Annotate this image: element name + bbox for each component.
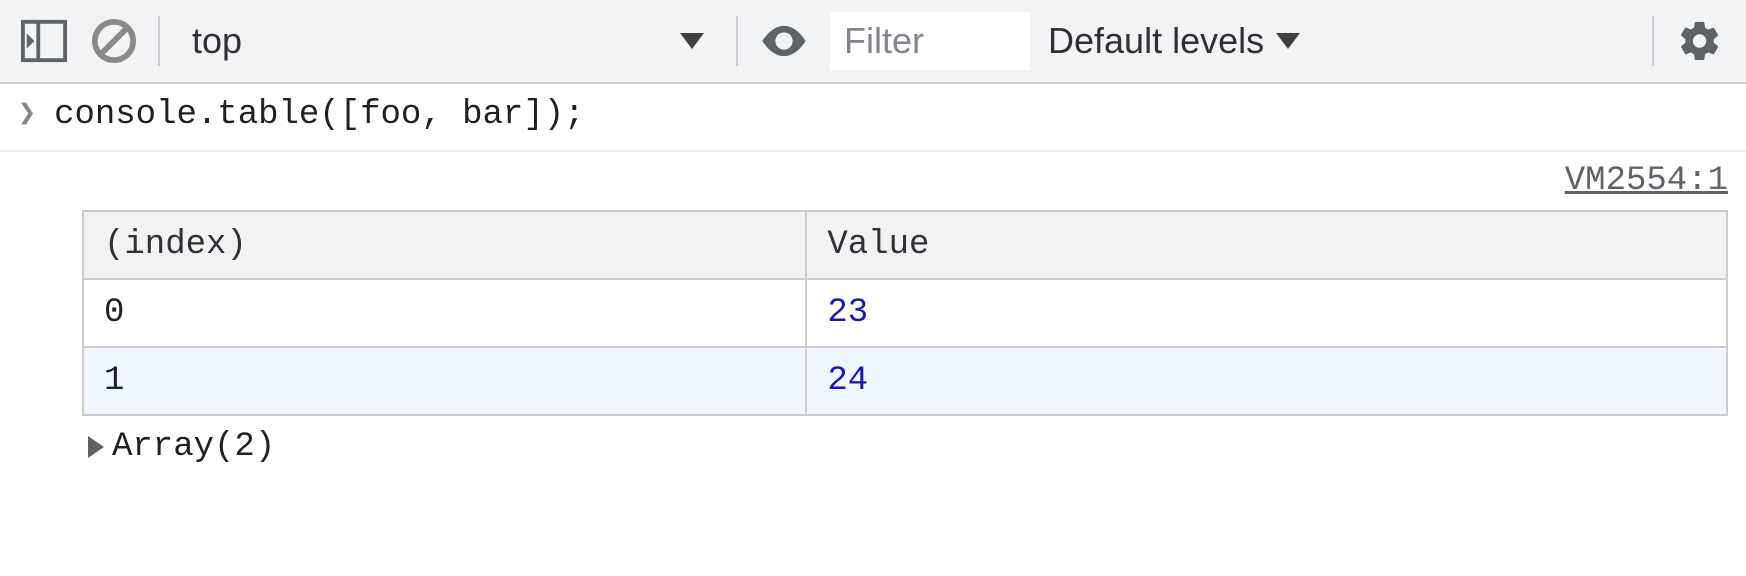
- console-output: ❯ console.table([foo, bar]); VM2554:1 (i…: [0, 84, 1746, 480]
- log-levels-selector[interactable]: Default levels: [1048, 20, 1300, 62]
- prompt-icon: ❯: [18, 100, 36, 130]
- console-toolbar: top Default levels: [0, 0, 1746, 84]
- cell-index: 1: [83, 347, 806, 415]
- table-row[interactable]: 0 23: [83, 279, 1727, 347]
- chevron-down-icon: [680, 33, 704, 49]
- console-table: (index) Value 0 23 1 24: [82, 210, 1728, 416]
- context-label: top: [192, 20, 242, 62]
- clear-console-icon[interactable]: [88, 15, 140, 67]
- divider: [158, 16, 160, 66]
- cell-value: 24: [806, 347, 1727, 415]
- table-header-index[interactable]: (index): [83, 211, 806, 279]
- source-link[interactable]: VM2554:1: [1565, 162, 1728, 200]
- expand-triangle-icon[interactable]: [88, 436, 104, 458]
- table-row[interactable]: 1 24: [83, 347, 1727, 415]
- chevron-down-icon: [1276, 33, 1300, 49]
- filter-input[interactable]: [830, 12, 1030, 70]
- console-input-row[interactable]: ❯ console.table([foo, bar]);: [0, 84, 1746, 152]
- toggle-sidebar-icon[interactable]: [18, 15, 70, 67]
- object-summary-row[interactable]: Array(2): [82, 416, 1728, 466]
- cell-value: 23: [806, 279, 1727, 347]
- cell-index: 0: [83, 279, 806, 347]
- source-link-row: VM2554:1: [0, 152, 1746, 210]
- table-header-row: (index) Value: [83, 211, 1727, 279]
- divider: [736, 16, 738, 66]
- command-text: console.table([foo, bar]);: [54, 96, 585, 134]
- divider: [1652, 16, 1654, 66]
- table-header-value[interactable]: Value: [806, 211, 1727, 279]
- log-levels-label: Default levels: [1048, 20, 1264, 62]
- live-expression-icon[interactable]: [756, 13, 812, 69]
- context-selector[interactable]: top: [178, 13, 718, 69]
- gear-icon[interactable]: [1672, 13, 1728, 69]
- object-summary-text: Array(2): [112, 428, 275, 466]
- table-output-block: (index) Value 0 23 1 24 Array(2): [0, 210, 1746, 480]
